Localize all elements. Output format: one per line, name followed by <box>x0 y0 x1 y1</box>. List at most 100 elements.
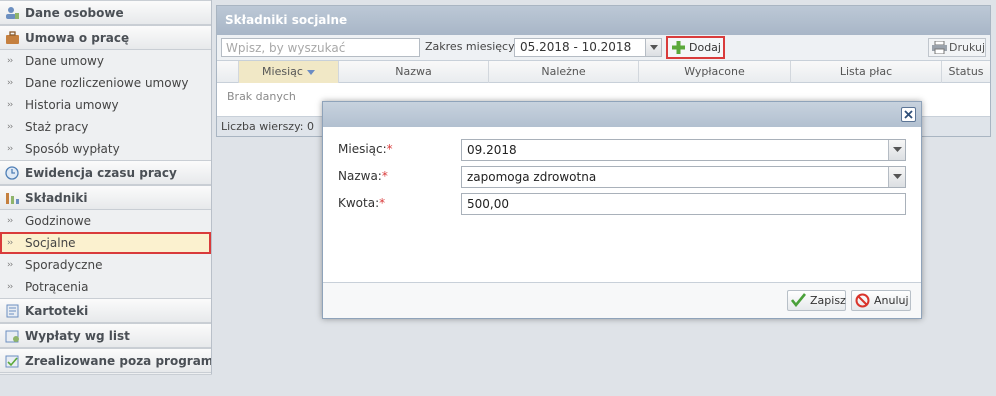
payout-list-icon <box>5 330 19 343</box>
sidebar-section-label: Składniki <box>25 191 88 205</box>
sidebar-item-label: Godzinowe <box>25 214 92 228</box>
month-select[interactable]: 09.2018 <box>461 139 906 161</box>
sidebar-item-historia-umowy[interactable]: ›› Historia umowy <box>0 94 211 116</box>
grid-column-miesiac[interactable]: Miesiąc <box>239 61 339 83</box>
sidebar-section-skladniki[interactable]: Składniki <box>0 185 211 210</box>
search-input[interactable] <box>221 38 420 57</box>
sidebar-item-potracenia[interactable]: ›› Potrącenia <box>0 276 211 298</box>
sidebar-section-label: Kartoteki <box>25 304 89 318</box>
sidebar-section-umowa[interactable]: Umowa o pracę <box>0 25 211 50</box>
dropdown-button[interactable] <box>645 39 661 56</box>
dialog-header <box>323 102 921 127</box>
checkmark-icon <box>791 293 806 307</box>
column-label: Wypłacone <box>684 65 745 78</box>
required-mark: * <box>381 169 388 183</box>
month-range-select[interactable]: 05.2018 - 10.2018 <box>514 38 662 57</box>
required-mark: * <box>386 142 393 156</box>
grid-column-nalezne[interactable]: Należne <box>489 61 639 83</box>
sidebar-section-label: Wypłaty wg list <box>25 329 130 343</box>
sidebar: Dane osobowe Umowa o pracę ›› Dane umowy … <box>0 0 212 396</box>
sidebar-item-sporadyczne[interactable]: ›› Sporadyczne <box>0 254 211 276</box>
toolbar: Zakres miesięcy: 05.2018 - 10.2018 Dodaj… <box>217 35 990 61</box>
double-chevron-icon: ›› <box>7 282 13 292</box>
save-button[interactable]: Zapisz <box>787 290 846 311</box>
person-icon <box>6 7 19 19</box>
grid-column-wyplacone[interactable]: Wypłacone <box>639 61 791 83</box>
chevron-down-icon <box>650 44 658 50</box>
sidebar-item-label: Dane umowy <box>25 54 104 68</box>
column-label: Miesiąc <box>262 65 303 78</box>
dropdown-button[interactable] <box>888 167 905 187</box>
sidebar-footer <box>0 374 212 396</box>
sidebar-item-label: Sporadyczne <box>25 258 103 272</box>
add-component-dialog: Miesiąc:* 09.2018 Nazwa:* zapomoga zdrow… <box>322 101 922 319</box>
sidebar-item-godzinowe[interactable]: ›› Godzinowe <box>0 210 211 232</box>
grid-header: Miesiąc Nazwa Należne Wypłacone Lista pł… <box>217 61 990 83</box>
name-value: zapomoga zdrowotna <box>467 170 597 184</box>
cancel-button[interactable]: Anuluj <box>851 290 911 311</box>
double-chevron-icon: ›› <box>7 56 13 66</box>
clock-icon <box>5 166 19 180</box>
sidebar-section-wyplaty[interactable]: Wypłaty wg list <box>0 323 211 348</box>
plus-icon <box>672 41 685 54</box>
printer-icon <box>932 41 947 54</box>
sidebar-item-staz-pracy[interactable]: ›› Staż pracy <box>0 116 211 138</box>
sidebar-item-label: Historia umowy <box>25 98 119 112</box>
sidebar-item-label: Staż pracy <box>25 120 89 134</box>
sidebar-section-zrealizowane[interactable]: Zrealizowane poza programem <box>0 348 211 373</box>
name-select[interactable]: zapomoga zdrowotna <box>461 166 906 188</box>
double-chevron-icon: ›› <box>7 238 13 248</box>
sidebar-item-dane-umowy[interactable]: ›› Dane umowy <box>0 50 211 72</box>
double-chevron-icon: ›› <box>7 122 13 132</box>
month-value: 09.2018 <box>467 143 517 157</box>
amount-value: 500,00 <box>467 197 509 211</box>
sidebar-item-label: Dane rozliczeniowe umowy <box>25 76 189 90</box>
components-icon <box>6 193 19 204</box>
card-file-icon <box>6 304 19 318</box>
cancel-button-label: Anuluj <box>874 294 909 307</box>
sidebar-item-label: Sposób wypłaty <box>25 142 120 156</box>
double-chevron-icon: ›› <box>7 78 13 88</box>
close-icon <box>904 110 913 119</box>
sidebar-section-dane-osobowe[interactable]: Dane osobowe <box>0 0 211 25</box>
dialog-footer: Zapisz Anuluj <box>323 282 921 318</box>
chevron-down-icon <box>893 174 902 179</box>
sidebar-section-label: Zrealizowane poza programem <box>25 354 211 368</box>
double-chevron-icon: ›› <box>7 216 13 226</box>
sidebar-item-socjalne[interactable]: ›› Socjalne <box>0 232 211 254</box>
no-data-message: Brak danych <box>227 90 296 103</box>
sidebar-item-sposob-wyplaty[interactable]: ›› Sposób wypłaty <box>0 138 211 160</box>
sidebar-section-label: Ewidencja czasu pracy <box>25 166 177 180</box>
sidebar-section-label: Dane osobowe <box>25 6 124 20</box>
sidebar-section-ewidencja[interactable]: Ewidencja czasu pracy <box>0 160 211 185</box>
sidebar-section-kartoteki[interactable]: Kartoteki <box>0 298 211 323</box>
sidebar-item-label: Potrącenia <box>25 280 89 294</box>
required-mark: * <box>379 196 386 210</box>
double-chevron-icon: ›› <box>7 144 13 154</box>
dropdown-button[interactable] <box>888 140 905 160</box>
close-button[interactable] <box>901 107 916 122</box>
month-range-value: 05.2018 - 10.2018 <box>520 40 632 54</box>
cancel-icon <box>855 293 870 308</box>
grid-column-nazwa[interactable]: Nazwa <box>339 61 489 83</box>
add-button-label: Dodaj <box>689 41 721 54</box>
double-chevron-icon: ›› <box>7 100 13 110</box>
month-range-label: Zakres miesięcy: <box>425 40 518 53</box>
sidebar-item-dane-rozliczeniowe[interactable]: ›› Dane rozliczeniowe umowy <box>0 72 211 94</box>
column-label: Status <box>948 65 984 78</box>
grid-column-lista-plac[interactable]: Lista płac <box>791 61 942 83</box>
print-button[interactable]: Drukuj <box>928 38 986 57</box>
external-realized-icon <box>5 355 19 368</box>
field-label: Nazwa:* <box>338 169 388 183</box>
add-button[interactable]: Dodaj <box>666 36 725 59</box>
briefcase-icon <box>6 31 19 44</box>
sort-desc-icon <box>306 69 315 75</box>
print-button-label: Drukuj <box>949 41 986 54</box>
grid-column-status[interactable]: Status <box>942 61 990 83</box>
column-label: Nazwa <box>395 65 432 78</box>
double-chevron-icon: ›› <box>7 260 13 270</box>
amount-input[interactable]: 500,00 <box>461 193 906 215</box>
field-label: Miesiąc:* <box>338 142 393 156</box>
field-label: Kwota:* <box>338 196 386 210</box>
grid-column-spacer <box>217 61 239 83</box>
